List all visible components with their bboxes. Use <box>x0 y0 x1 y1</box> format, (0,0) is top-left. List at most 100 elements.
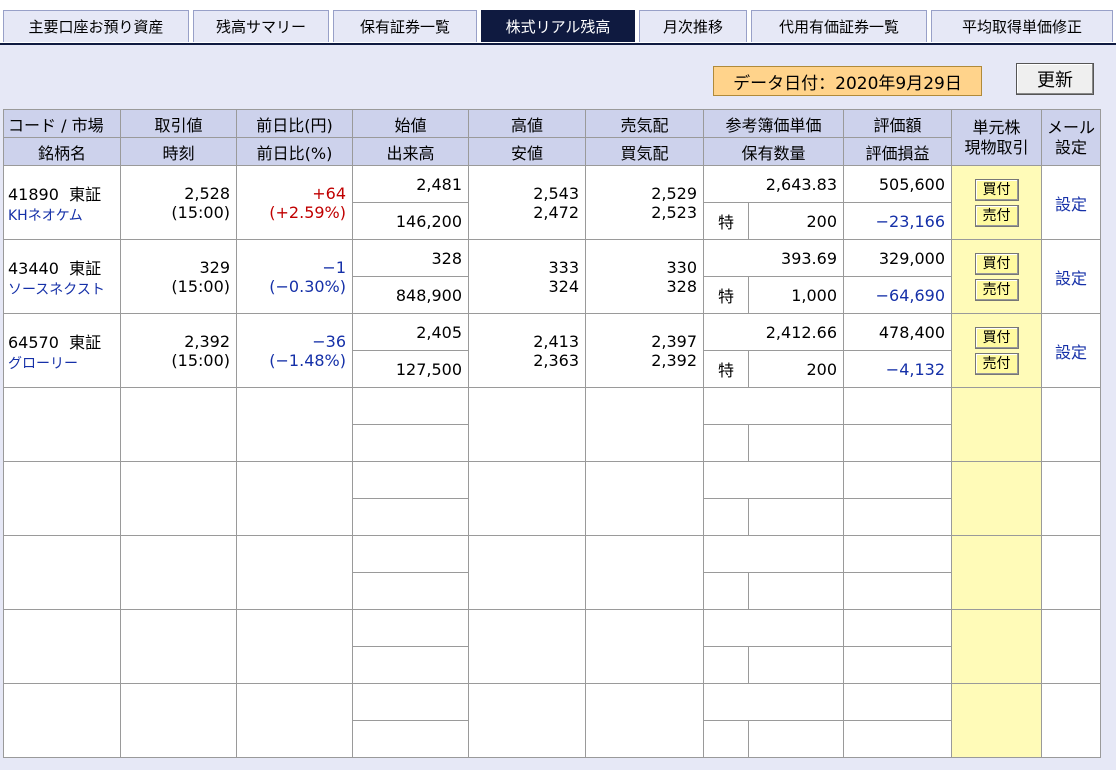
empty-cell <box>748 720 844 758</box>
volume: 146,200 <box>352 202 469 240</box>
table-row: 64570 東証 グローリー 2,392 (15:00) −36 (−1.48%… <box>3 313 1101 388</box>
empty-cell <box>352 646 469 684</box>
mail-setting-link[interactable]: 設定 <box>1055 269 1087 288</box>
volume: 127,500 <box>352 350 469 388</box>
table-row: 43440 東証 ソースネクスト 329 (15:00) −1 (−0.30%)… <box>3 239 1101 314</box>
stock-code: 41890 <box>8 184 59 204</box>
empty-cell <box>703 572 749 610</box>
mail-setting-link[interactable]: 設定 <box>1055 343 1087 362</box>
empty-cell <box>3 535 121 610</box>
empty-cell <box>585 387 704 462</box>
empty-cell <box>585 535 704 610</box>
empty-cell <box>352 461 469 499</box>
empty-cell <box>236 387 353 462</box>
price-time: (15:00) <box>171 350 230 370</box>
empty-cell <box>120 683 237 758</box>
buy-button[interactable]: 買付 <box>974 326 1019 349</box>
price: 2,528 <box>184 183 230 203</box>
buy-button[interactable]: 買付 <box>974 178 1019 201</box>
mail-setting-link[interactable]: 設定 <box>1055 195 1087 214</box>
empty-cell <box>703 646 749 684</box>
high-low-cell: 333 324 <box>468 239 586 314</box>
empty-cell <box>843 572 952 610</box>
mail-cell: 設定 <box>1041 239 1101 314</box>
price-time: (15:00) <box>171 276 230 296</box>
buy-button[interactable]: 買付 <box>974 252 1019 275</box>
tab-balance-summary[interactable]: 残高サマリー <box>193 10 329 42</box>
tab-avg-cost[interactable]: 平均取得単価修正 <box>931 10 1113 42</box>
price: 2,392 <box>184 331 230 351</box>
change-cell: −1 (−0.30%) <box>236 239 353 314</box>
quantity: 200 <box>748 202 844 240</box>
empty-cell <box>951 387 1042 462</box>
header-pl: 評価損益 <box>843 137 952 166</box>
empty-cell <box>236 683 353 758</box>
empty-cell <box>352 498 469 536</box>
tab-stock-realtime[interactable]: 株式リアル残高 <box>481 10 635 42</box>
valuation: 478,400 <box>843 313 952 351</box>
quantity: 1,000 <box>748 276 844 314</box>
empty-cell <box>120 387 237 462</box>
stock-name[interactable]: ソースネクスト <box>8 279 120 299</box>
stock-name[interactable]: KHネオケム <box>8 205 120 225</box>
valuation: 505,600 <box>843 165 952 203</box>
empty-row <box>3 609 1101 684</box>
sell-button[interactable]: 売付 <box>974 352 1019 375</box>
empty-cell <box>843 498 952 536</box>
header-bid: 買気配 <box>585 137 704 166</box>
empty-cell <box>748 572 844 610</box>
tab-underline <box>0 43 1116 45</box>
empty-row <box>3 535 1101 610</box>
sell-button[interactable]: 売付 <box>974 278 1019 301</box>
price-cell: 2,528 (15:00) <box>120 165 237 240</box>
empty-cell <box>468 461 586 536</box>
refresh-button[interactable]: 更新 <box>1016 63 1094 95</box>
valuation: 329,000 <box>843 239 952 277</box>
high: 2,543 <box>533 183 579 203</box>
empty-cell <box>1041 609 1101 684</box>
tab-main-assets[interactable]: 主要口座お預り資産 <box>3 10 189 42</box>
empty-cell <box>703 424 749 462</box>
change-yen: +64 <box>312 183 346 203</box>
price-time: (15:00) <box>171 202 230 222</box>
empty-cell <box>703 609 844 647</box>
header-change-pct: 前日比(%) <box>236 137 353 166</box>
change-cell: +64 (+2.59%) <box>236 165 353 240</box>
profit-loss: −64,690 <box>843 276 952 314</box>
empty-cell <box>236 609 353 684</box>
low: 2,472 <box>533 202 579 222</box>
empty-cell <box>951 461 1042 536</box>
empty-cell <box>468 387 586 462</box>
stock-cell: 43440 東証 ソースネクスト <box>3 239 121 314</box>
empty-cell <box>1041 387 1101 462</box>
stock-market: 東証 <box>69 258 102 278</box>
stock-name[interactable]: グローリー <box>8 353 120 373</box>
empty-cell <box>843 720 952 758</box>
empty-cell <box>748 646 844 684</box>
low: 324 <box>548 276 579 296</box>
change-yen: −1 <box>322 257 346 277</box>
empty-cell <box>703 535 844 573</box>
empty-cell <box>352 609 469 647</box>
trade-cell: 買付 売付 <box>951 239 1042 314</box>
tab-holdings-list[interactable]: 保有証券一覧 <box>333 10 477 42</box>
change-cell: −36 (−1.48%) <box>236 313 353 388</box>
empty-cell <box>843 609 952 647</box>
ref-cost: 393.69 <box>703 239 844 277</box>
tab-collateral[interactable]: 代用有価証券一覧 <box>751 10 927 42</box>
empty-cell <box>843 535 952 573</box>
empty-row <box>3 387 1101 462</box>
empty-cell <box>843 683 952 721</box>
empty-cell <box>468 535 586 610</box>
mail-cell: 設定 <box>1041 165 1101 240</box>
header-code-market: コード / 市場 <box>3 109 121 138</box>
open: 328 <box>352 239 469 277</box>
tab-monthly[interactable]: 月次推移 <box>639 10 747 42</box>
empty-cell <box>703 387 844 425</box>
empty-cell <box>748 424 844 462</box>
ask-bid-cell: 2,529 2,523 <box>585 165 704 240</box>
open: 2,405 <box>352 313 469 351</box>
data-date: データ日付：2020年9月29日 <box>713 66 982 96</box>
empty-cell <box>352 424 469 462</box>
sell-button[interactable]: 売付 <box>974 204 1019 227</box>
